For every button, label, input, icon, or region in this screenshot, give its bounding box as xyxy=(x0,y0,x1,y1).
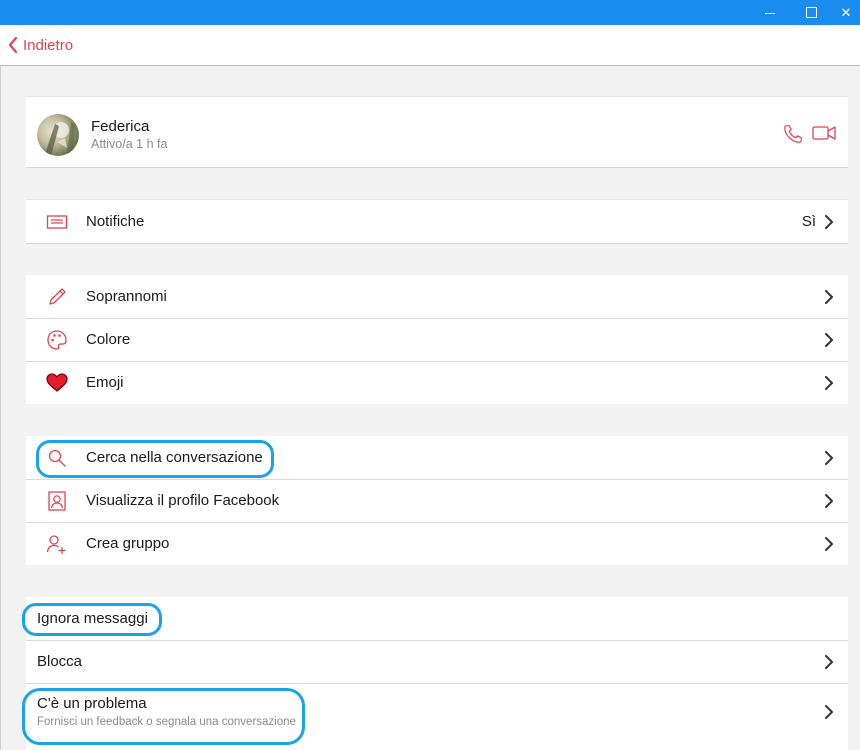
list-item-emoji[interactable]: Emoji xyxy=(26,361,848,404)
list-item-create-group[interactable]: Crea gruppo xyxy=(26,522,848,565)
profile-card[interactable]: Federica Attivo/a 1 h fa xyxy=(26,97,848,167)
chevron-right-icon xyxy=(825,536,833,551)
actions-card: Cerca nella conversazione Visualizza il … xyxy=(26,436,848,565)
list-item-nicknames[interactable]: Soprannomi xyxy=(26,275,848,318)
close-icon: ✕ xyxy=(840,4,852,20)
phone-icon[interactable] xyxy=(782,123,804,145)
privacy-card: Ignora messaggi Blocca C'è un problema F… xyxy=(26,597,848,750)
notifications-row[interactable]: Notifiche Sì xyxy=(26,200,848,243)
chevron-right-icon xyxy=(825,493,833,508)
ignore-messages-label: Ignora messaggi xyxy=(37,610,148,627)
list-item-search-conversation[interactable]: Cerca nella conversazione xyxy=(26,436,848,479)
contact-status: Attivo/a 1 h fa xyxy=(91,137,168,151)
add-person-icon xyxy=(44,532,70,556)
chevron-right-icon xyxy=(825,332,833,347)
chevron-left-icon xyxy=(8,37,18,53)
search-icon xyxy=(44,446,70,470)
color-label: Colore xyxy=(86,331,131,348)
app-header: Indietro xyxy=(0,25,860,66)
chevron-right-icon xyxy=(825,214,833,229)
list-item-facebook-profile[interactable]: Visualizza il profilo Facebook xyxy=(26,479,848,522)
report-problem-label: C'è un problema xyxy=(37,695,147,712)
chevron-right-icon xyxy=(825,705,833,719)
list-item-block[interactable]: Blocca xyxy=(26,640,848,683)
palette-icon xyxy=(44,328,70,352)
maximize-button[interactable] xyxy=(791,0,831,25)
avatar[interactable] xyxy=(37,114,79,156)
minimize-button[interactable] xyxy=(750,0,790,25)
block-label: Blocca xyxy=(37,653,83,670)
facebook-profile-label: Visualizza il profilo Facebook xyxy=(86,492,280,509)
heart-icon xyxy=(44,371,70,395)
contact-name: Federica xyxy=(91,118,150,135)
search-conversation-label: Cerca nella conversazione xyxy=(86,449,263,466)
close-window-button[interactable]: ✕ xyxy=(832,0,860,25)
notifications-card: Notifiche Sì xyxy=(26,200,848,243)
minimize-icon xyxy=(765,13,775,14)
back-button[interactable]: Indietro xyxy=(8,35,73,55)
customize-card: Soprannomi Colore Emoji xyxy=(26,275,848,404)
chevron-right-icon xyxy=(825,654,833,669)
notifications-label: Notifiche xyxy=(86,213,145,230)
notifications-icon xyxy=(44,210,70,234)
profile-icon xyxy=(44,489,70,513)
pencil-icon xyxy=(44,285,70,309)
chevron-right-icon xyxy=(825,375,833,390)
left-divider xyxy=(0,66,1,750)
window-titlebar: ✕ xyxy=(0,0,860,25)
back-label: Indietro xyxy=(23,36,74,54)
maximize-icon xyxy=(805,7,817,18)
avatar-image xyxy=(45,122,75,156)
list-item-color[interactable]: Colore xyxy=(26,318,848,361)
list-item-report-problem[interactable]: C'è un problema Fornisci un feedback o s… xyxy=(26,683,848,741)
create-group-label: Crea gruppo xyxy=(86,535,170,552)
report-problem-subtitle: Fornisci un feedback o segnala una conve… xyxy=(37,716,296,728)
nicknames-label: Soprannomi xyxy=(86,288,167,305)
chevron-right-icon xyxy=(825,450,833,465)
emoji-label: Emoji xyxy=(86,374,124,391)
chevron-right-icon xyxy=(825,289,833,304)
notifications-value: Sì xyxy=(801,213,816,230)
list-item-ignore-messages[interactable]: Ignora messaggi xyxy=(26,597,848,640)
video-call-icon[interactable] xyxy=(812,125,836,141)
